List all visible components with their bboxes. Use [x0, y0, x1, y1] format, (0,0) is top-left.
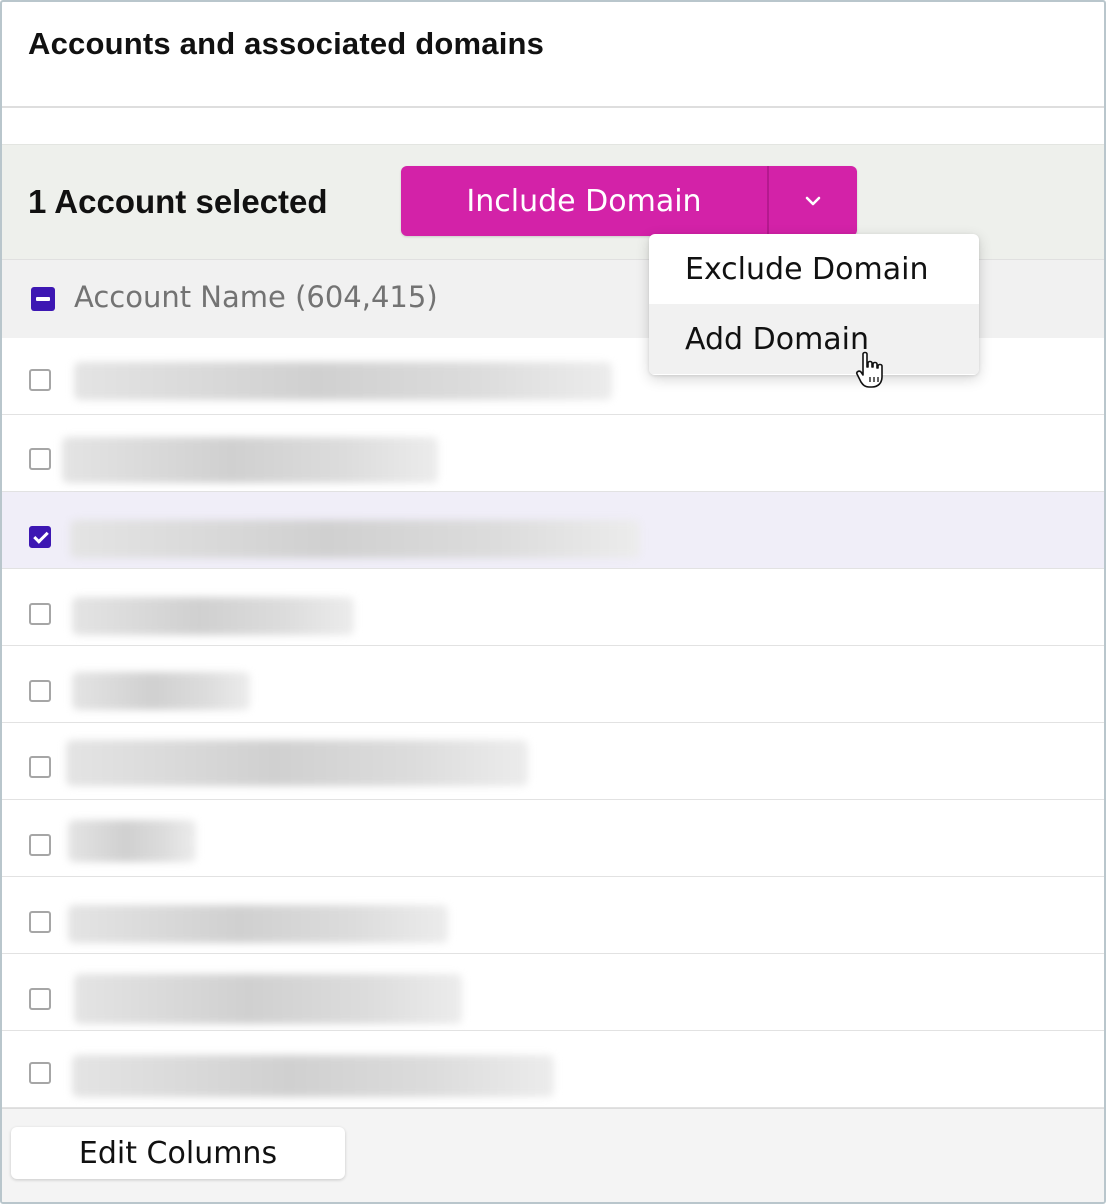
include-domain-button[interactable]: Include Domain [401, 166, 767, 236]
table-row[interactable] [2, 1031, 1104, 1108]
row-checkbox[interactable] [29, 603, 51, 625]
row-checkbox[interactable] [29, 680, 51, 702]
row-checkbox[interactable] [29, 369, 51, 391]
redacted-account-name [62, 437, 438, 483]
row-checkbox[interactable] [29, 911, 51, 933]
edit-columns-button[interactable]: Edit Columns [11, 1127, 345, 1179]
redacted-account-name [74, 974, 462, 1024]
row-checkbox[interactable] [29, 988, 51, 1010]
selected-count: 1 Account selected [28, 183, 328, 220]
row-checkbox[interactable] [29, 526, 51, 548]
redacted-account-name [72, 597, 354, 635]
row-checkbox[interactable] [29, 448, 51, 470]
redacted-account-name [72, 672, 250, 710]
divider [2, 106, 1104, 108]
menu-item-exclude-domain[interactable]: Exclude Domain [649, 234, 979, 304]
redacted-account-name [68, 820, 196, 862]
hand-pointer-cursor-icon [856, 351, 883, 388]
row-checkbox[interactable] [29, 1062, 51, 1084]
redacted-account-name [72, 1055, 554, 1097]
select-all-checkbox[interactable] [31, 287, 55, 311]
accounts-panel: Accounts and associated domains 1 Accoun… [0, 0, 1106, 1204]
table-row[interactable] [2, 646, 1104, 723]
table-row[interactable] [2, 877, 1104, 954]
menu-item-add-domain[interactable]: Add Domain [649, 304, 979, 374]
column-header-account-name[interactable]: Account Name (604,415) [74, 280, 438, 314]
chevron-down-icon [805, 196, 821, 206]
page-title: Accounts and associated domains [28, 26, 545, 61]
include-domain-split-button: Include Domain [401, 166, 857, 236]
table-row[interactable] [2, 569, 1104, 646]
table-row[interactable] [2, 954, 1104, 1031]
redacted-account-name [74, 362, 612, 400]
redacted-account-name [70, 520, 640, 558]
row-checkbox[interactable] [29, 834, 51, 856]
table-row[interactable] [2, 723, 1104, 800]
table-row[interactable] [2, 415, 1104, 492]
table-row[interactable] [2, 492, 1104, 569]
row-checkbox[interactable] [29, 756, 51, 778]
domain-action-dropdown: Exclude Domain Add Domain [649, 234, 979, 375]
table-row[interactable] [2, 800, 1104, 877]
split-button-dropdown-toggle[interactable] [769, 166, 857, 236]
redacted-account-name [68, 905, 448, 943]
redacted-account-name [66, 740, 528, 786]
